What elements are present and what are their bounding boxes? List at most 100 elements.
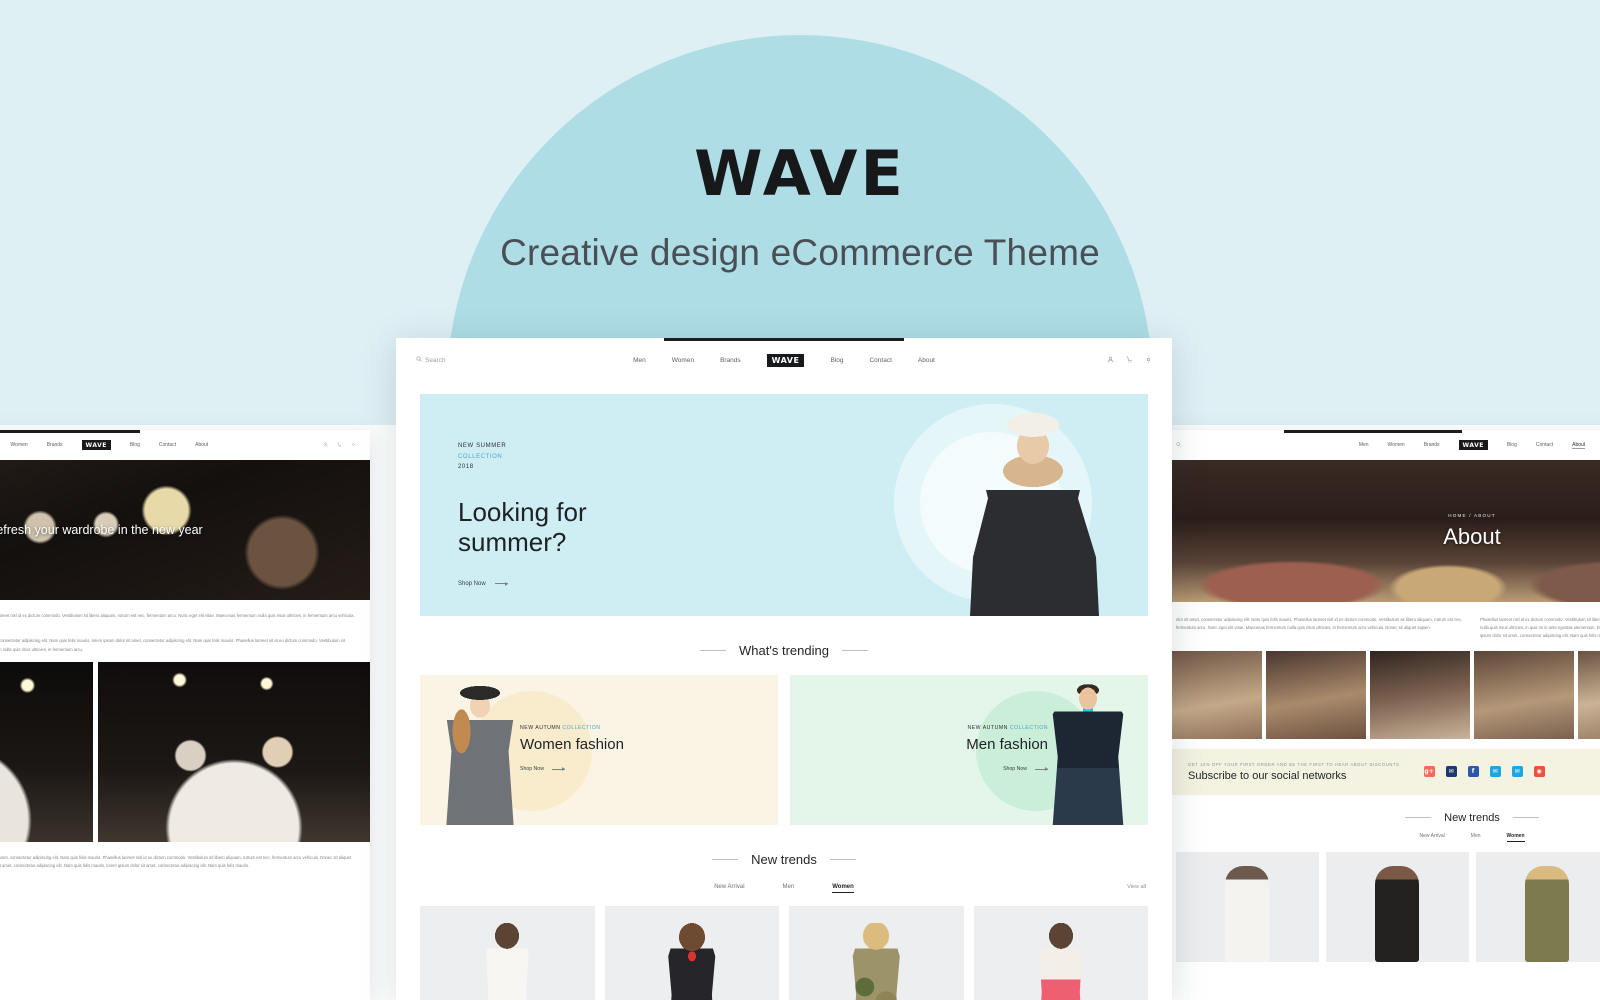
title-rule-left [700, 650, 727, 651]
nav-item-about[interactable]: About [1572, 442, 1586, 449]
nav-item-brands[interactable]: Brands [720, 357, 741, 364]
nav-item-brands[interactable]: Brands [1424, 442, 1440, 448]
hero-copy: NEW SUMMER COLLECTION 2018 Looking for s… [458, 441, 587, 587]
product-card-black-puffer-jacket[interactable] [604, 906, 779, 1000]
nav-item-women[interactable]: Women [11, 442, 28, 448]
blog-body-bottom: Maecenas fermentum nulla quis risus ultr… [0, 842, 370, 882]
men-shop-now-label: Shop Now [1003, 766, 1027, 772]
tab-women[interactable]: Women [832, 884, 854, 893]
email-icon[interactable]: ✉ [1445, 766, 1457, 778]
gallery-image-runway-lights[interactable] [0, 661, 93, 842]
nav-item-contact[interactable]: Contact [1536, 442, 1553, 448]
nav-accent-line [0, 430, 140, 433]
breadcrumb: HOME / ABOUT [1448, 512, 1496, 518]
product-image [852, 923, 900, 1000]
search-icon[interactable] [416, 356, 422, 364]
product-card-camo-jacket[interactable] [789, 906, 964, 1000]
nav-item-brands[interactable]: Brands [47, 442, 63, 448]
gallery-thumb-5[interactable] [1578, 650, 1600, 739]
nav-accent-line [1284, 430, 1462, 433]
nav-item-men[interactable]: Men [633, 357, 646, 364]
social-links: g+ ✉ f ✉ ✉ ◉ [1423, 766, 1545, 778]
blog-body-top: orem ipsum dolor sit amet, consectetur a… [0, 600, 370, 662]
product-card-white-shirt-dress[interactable] [420, 906, 595, 1000]
blog-gallery [0, 661, 370, 842]
women-eyebrow-blue: COLLECTION [562, 725, 601, 731]
gallery-thumb-3[interactable] [1370, 650, 1470, 739]
men-card-heading: Men fashion [966, 736, 1048, 753]
tab-new-arrival[interactable]: New Arrival [1420, 833, 1445, 842]
right-trend-filter-tabs: New Arrival Men Women View all [1162, 833, 1600, 842]
nav-item-contact[interactable]: Contact [159, 442, 176, 448]
nav-item-blog[interactable]: Blog [1507, 442, 1517, 448]
google-plus-icon[interactable]: g+ [1423, 766, 1435, 778]
site-logo[interactable]: WAVE [81, 440, 111, 450]
site-logo[interactable]: WAVE [1458, 440, 1488, 450]
brand-title: WAVE [694, 137, 906, 210]
gallery-thumb-2[interactable] [1266, 650, 1366, 739]
product-card[interactable] [1475, 851, 1600, 962]
women-shop-now-label: Shop Now [520, 766, 544, 772]
arrow-right-icon [551, 767, 565, 771]
settings-icon[interactable] [1145, 355, 1152, 365]
search-icon[interactable] [1176, 441, 1181, 449]
women-card-heading: Women fashion [520, 736, 624, 753]
hero-shop-now-label: Shop Now [458, 580, 486, 587]
view-all-link[interactable]: View all [1127, 884, 1146, 890]
about-hero-heading: About [1443, 523, 1501, 549]
site-logo[interactable]: WAVE [766, 353, 805, 367]
gallery-image-runway-models[interactable] [97, 661, 370, 842]
brand-tagline: Creative design eCommerce Theme [500, 232, 1100, 273]
cart-icon[interactable] [337, 441, 342, 449]
product-card[interactable] [1176, 851, 1319, 962]
gallery-thumb-4[interactable] [1474, 650, 1574, 739]
nav-item-women[interactable]: Women [1388, 442, 1405, 448]
blog-page-mockup: Search Men Women Brands WAVE Blog Contac… [0, 430, 370, 1000]
section-title-text: New trends [751, 852, 817, 867]
facebook-icon[interactable]: f [1467, 766, 1479, 778]
nav-accent-line [664, 338, 904, 341]
product-grid [420, 906, 1148, 1000]
tab-men[interactable]: Men [1471, 833, 1481, 842]
search-input[interactable]: Search [425, 357, 446, 364]
arrow-right-icon [494, 581, 508, 586]
nav-item-men[interactable]: Men [1359, 442, 1369, 448]
user-icon[interactable] [323, 442, 328, 449]
product-card[interactable] [1325, 851, 1469, 962]
settings-icon[interactable] [351, 442, 356, 449]
men-card-copy: NEW AUTUMN COLLECTION Men fashion Shop N… [966, 725, 1048, 772]
nav-item-blog[interactable]: Blog [830, 357, 843, 364]
nav-item-about[interactable]: About [918, 357, 935, 364]
trend-filter-tabs: New Arrival Men Women View all [396, 884, 1172, 893]
tab-new-arrival[interactable]: New Arrival [714, 884, 744, 893]
tab-women[interactable]: Women [1506, 833, 1525, 842]
hero-shop-now-button[interactable]: Shop Now [458, 581, 587, 587]
site-navigation-bar: Men Women Brands WAVE Blog Contact About [1162, 430, 1600, 460]
subscribe-heading: Subscribe to our social networks [1188, 769, 1347, 782]
men-eyebrow-blue: COLLECTION [1009, 725, 1048, 731]
nav-item-about[interactable]: About [195, 442, 208, 448]
user-icon[interactable] [1107, 356, 1114, 365]
product-image [668, 923, 716, 1000]
right-new-trends-title: New trends [1162, 812, 1600, 824]
nav-item-women[interactable]: Women [672, 357, 694, 364]
product-image [1038, 923, 1084, 1000]
gallery-thumb-1[interactable] [1162, 650, 1262, 739]
women-card-eyebrow: NEW AUTUMN COLLECTION [520, 725, 624, 731]
tab-men[interactable]: Men [783, 884, 795, 893]
site-navigation-bar: Search Men Women Brands WAVE Blog Contac… [0, 430, 370, 460]
about-body: olor sit amet, consectetur adipiscing el… [1162, 602, 1600, 651]
nav-item-contact[interactable]: Contact [869, 357, 891, 364]
home-hero: NEW SUMMER COLLECTION 2018 Looking for s… [420, 394, 1148, 616]
trending-card-women[interactable]: NEW AUTUMN COLLECTION Women fashion Shop… [420, 675, 778, 825]
telegram-icon[interactable]: ✉ [1511, 766, 1523, 778]
nav-item-blog[interactable]: Blog [130, 442, 140, 448]
blog-paragraph-1: orem ipsum dolor sit amet, consectetur a… [0, 613, 355, 618]
twitter-icon[interactable]: ✉ [1489, 766, 1501, 778]
women-card-shop-now[interactable]: Shop Now [520, 766, 624, 772]
product-card-colorblock-sweater[interactable] [973, 906, 1148, 1000]
trending-card-men[interactable]: NEW AUTUMN COLLECTION Men fashion Shop N… [790, 675, 1148, 825]
instagram-icon[interactable]: ◉ [1533, 766, 1545, 778]
men-card-shop-now[interactable]: Shop Now [966, 766, 1048, 772]
cart-icon[interactable] [1126, 356, 1133, 365]
